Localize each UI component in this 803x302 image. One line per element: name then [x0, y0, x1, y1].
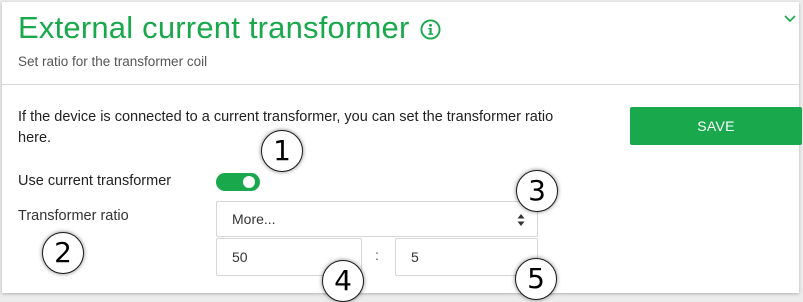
use-transformer-label: Use current transformer [18, 173, 172, 189]
page-title: External current transformer [18, 10, 410, 45]
callout-5: 5 [515, 258, 557, 300]
ratio-separator: : [375, 247, 379, 263]
save-button[interactable]: SAVE [630, 107, 802, 145]
page-subtitle: Set ratio for the transformer coil [18, 54, 208, 69]
ratio-label: Transformer ratio [18, 208, 129, 224]
chevron-down-icon[interactable] [783, 14, 797, 24]
toggle-knob [243, 176, 255, 188]
callout-2: 2 [42, 232, 84, 274]
title-row: External current transformer [18, 10, 441, 46]
use-transformer-toggle[interactable] [216, 173, 260, 191]
sort-arrows-icon [517, 214, 525, 226]
ratio-select[interactable]: More... [216, 201, 538, 237]
callout-3: 3 [516, 170, 558, 212]
card-header[interactable]: External current transformer Set ratio f… [2, 2, 799, 84]
transformer-settings-card: External current transformer Set ratio f… [2, 2, 802, 293]
header-divider [2, 84, 799, 85]
ratio-select-value: More... [232, 211, 276, 227]
description-text: If the device is connected to a current … [18, 109, 554, 146]
callout-1: 1 [261, 130, 303, 172]
callout-4: 4 [322, 260, 364, 302]
info-icon[interactable] [419, 18, 441, 40]
